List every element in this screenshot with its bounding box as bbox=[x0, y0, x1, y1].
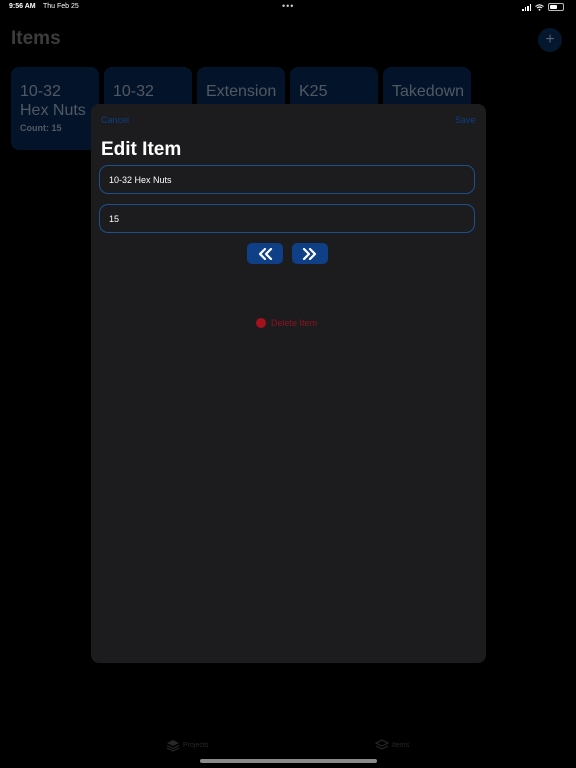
status-time: 9:56 AM bbox=[9, 3, 36, 10]
delete-item-label: Delete Item bbox=[271, 318, 318, 328]
wifi-icon bbox=[535, 3, 544, 11]
multitasking-dots[interactable]: ••• bbox=[282, 1, 294, 11]
increment-button[interactable] bbox=[292, 243, 328, 264]
status-icons bbox=[522, 3, 564, 11]
decrement-button[interactable] bbox=[247, 243, 283, 264]
save-button[interactable]: Save bbox=[455, 115, 476, 125]
chevrons-right-icon bbox=[302, 247, 317, 260]
status-date: Thu Feb 25 bbox=[43, 3, 79, 10]
sheet-title: Edit Item bbox=[101, 139, 182, 160]
signal-icon bbox=[522, 3, 531, 11]
battery-icon bbox=[548, 3, 564, 11]
delete-icon bbox=[256, 318, 266, 328]
item-count-field[interactable] bbox=[99, 204, 475, 233]
status-bar: 9:56 AM Thu Feb 25 ••• bbox=[0, 0, 576, 14]
chevrons-left-icon bbox=[258, 247, 273, 260]
item-name-field[interactable] bbox=[99, 165, 475, 194]
home-indicator[interactable] bbox=[200, 759, 377, 763]
delete-item-button[interactable]: Delete Item bbox=[256, 318, 317, 328]
cancel-button[interactable]: Cancel bbox=[101, 115, 129, 125]
